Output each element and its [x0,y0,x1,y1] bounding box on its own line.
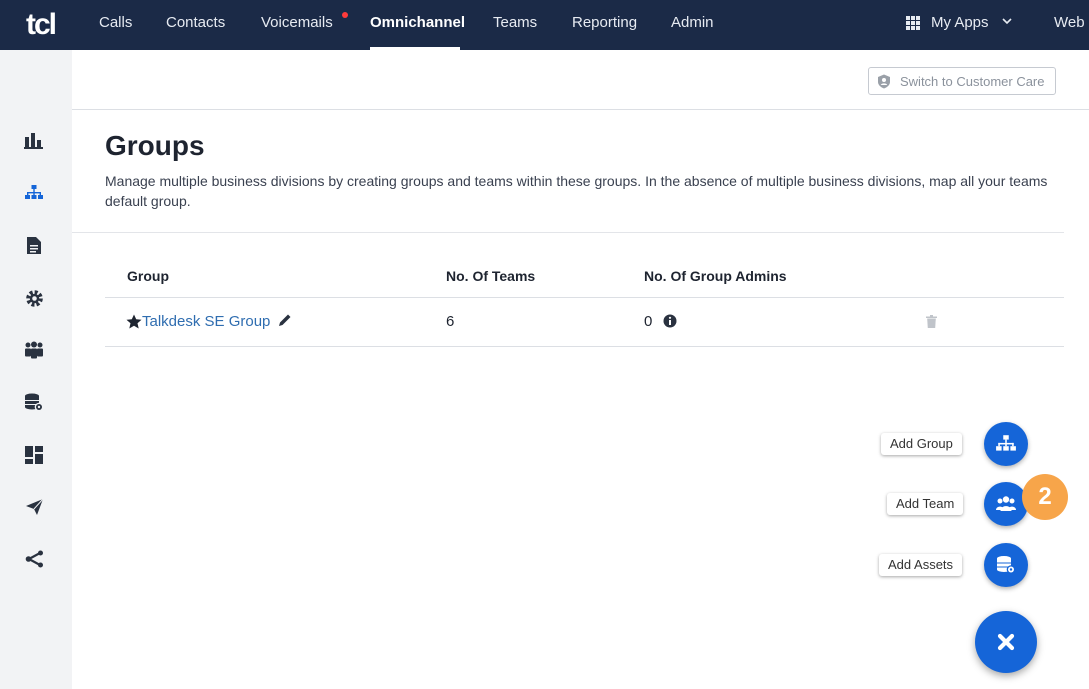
page-title: Groups [105,130,205,161]
star-icon[interactable] [126,314,142,329]
table-header-divider [105,297,1064,298]
nav-admin[interactable]: Admin [671,0,714,50]
add-team-label[interactable]: Add Team [887,493,964,515]
database-settings-icon [997,556,1016,574]
column-header-group[interactable]: Group [127,268,169,284]
add-group-button[interactable] [984,422,1028,466]
group-admins-count: 0 [644,313,653,330]
add-team-button[interactable] [984,482,1028,526]
bar-chart-icon[interactable] [24,130,44,150]
section-divider [72,232,1064,233]
users-icon [996,496,1016,511]
org-chart-icon[interactable] [24,183,44,203]
add-assets-button[interactable] [984,543,1028,587]
people-icon[interactable] [24,340,44,360]
paper-plane-icon[interactable] [24,497,44,517]
dashboard-icon[interactable] [24,445,44,465]
step-badge: 2 [1022,474,1068,520]
group-name-link[interactable]: Talkdesk SE Group [142,313,270,330]
top-navigation-bar: tcl Calls Contacts Voicemails Omnichanne… [0,0,1089,50]
gear-icon[interactable] [24,288,44,308]
column-header-teams[interactable]: No. Of Teams [446,268,535,284]
teams-count: 6 [446,313,455,330]
document-icon[interactable] [24,235,44,255]
pencil-icon[interactable] [278,313,292,327]
nav-web[interactable]: Web [1054,0,1085,50]
chevron-down-icon[interactable] [1002,16,1012,26]
shield-user-icon [878,74,890,88]
add-group-label[interactable]: Add Group [881,433,962,455]
page-description-continued: default group. [105,193,191,209]
page-description: Manage multiple business divisions by cr… [105,173,1048,189]
trash-icon[interactable] [926,315,937,328]
apps-grid-icon[interactable] [906,16,920,30]
database-settings-icon[interactable] [24,392,44,412]
nav-reporting[interactable]: Reporting [572,0,637,50]
my-apps-menu[interactable]: My Apps [931,0,989,50]
org-chart-icon [996,435,1016,451]
table-row-divider [105,346,1064,347]
nav-omnichannel[interactable]: Omnichannel [370,0,465,50]
column-header-group-admins[interactable]: No. Of Group Admins [644,268,787,284]
nav-calls[interactable]: Calls [99,0,132,50]
switch-to-customer-care-button[interactable]: Switch to Customer Care [868,67,1056,95]
info-icon[interactable] [663,314,677,328]
nav-teams[interactable]: Teams [493,0,537,50]
left-sidebar [0,50,72,689]
share-icon[interactable] [24,549,44,569]
switch-button-label: Switch to Customer Care [900,73,1045,89]
app-logo[interactable]: tcl [26,8,57,42]
add-assets-label[interactable]: Add Assets [879,554,963,576]
voicemails-notification-dot [342,12,348,18]
nav-voicemails[interactable]: Voicemails [261,0,333,50]
nav-contacts[interactable]: Contacts [166,0,225,50]
close-icon [997,633,1015,651]
close-fab-button[interactable] [975,611,1037,673]
